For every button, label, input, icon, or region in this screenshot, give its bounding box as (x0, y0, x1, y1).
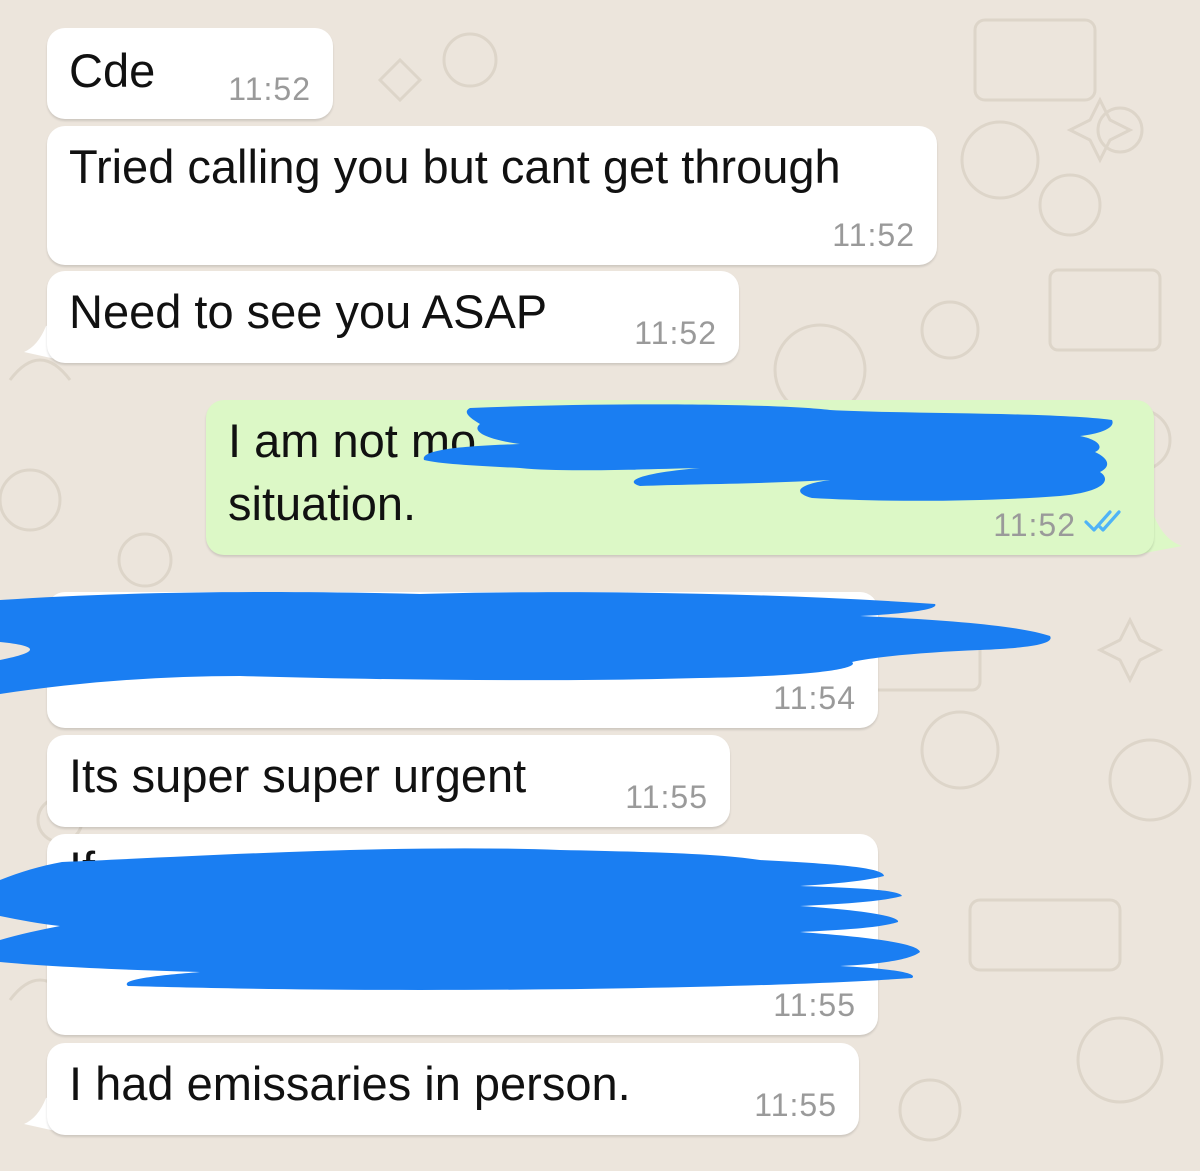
message-text: Cde (69, 44, 156, 97)
message-bubble-incoming[interactable]: Its super super urgent 11:55 (47, 735, 730, 827)
message-timestamp: 11:52 (634, 315, 717, 351)
message-bubble-incoming[interactable]: 11:54 (47, 592, 878, 728)
message-timestamp: 11:54 (773, 680, 856, 716)
message-text: Tried calling you but cant get through (69, 140, 841, 193)
message-bubble-incoming[interactable]: Need to see you ASAP 11:52 (47, 271, 739, 363)
message-text: Its super super urgent (69, 749, 527, 802)
message-timestamp: 11:55 (773, 987, 856, 1023)
message-timestamp: 11:55 (754, 1087, 837, 1123)
message-bubble-outgoing[interactable]: I am not mo situation. 11:52 (206, 400, 1154, 555)
message-text: If (69, 842, 96, 895)
message-text-line-2: situation. (228, 477, 417, 530)
message-timestamp: 11:52 (228, 71, 311, 107)
message-timestamp: 11:55 (625, 779, 708, 815)
message-text-line-1: I am not mo (228, 414, 477, 467)
message-text: I had emissaries in person. (69, 1057, 631, 1110)
message-bubble-incoming[interactable]: Tried calling you but cant get through 1… (47, 126, 937, 265)
message-bubble-incoming[interactable]: Cde 11:52 (47, 28, 333, 119)
double-check-icon (1084, 510, 1121, 532)
message-text: Need to see you ASAP (69, 285, 548, 338)
message-bubble-incoming[interactable]: I had emissaries in person. 11:55 (47, 1043, 859, 1135)
message-timestamp: 11:52 (993, 507, 1076, 543)
message-bubble-incoming[interactable]: If 11:55 (47, 834, 878, 1035)
message-timestamp: 11:52 (832, 217, 915, 253)
